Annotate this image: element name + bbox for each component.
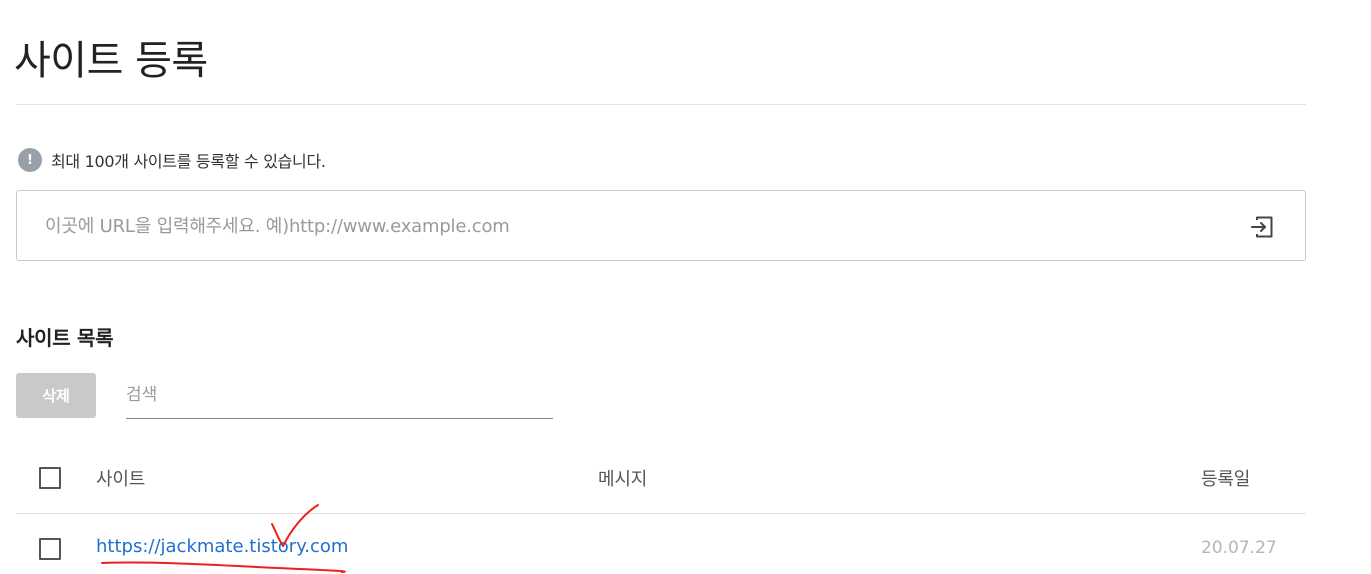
notice: ! 최대 100개 사이트를 등록할 수 있습니다. [18,148,326,172]
search-input[interactable] [126,373,553,417]
site-registration-page: 사이트 등록 ! 최대 100개 사이트를 등록할 수 있습니다. 사이트 목록… [0,0,1371,574]
site-link[interactable]: https://jackmate.tistory.com [96,536,348,557]
column-header-registered: 등록일 [1201,469,1251,490]
title-divider [16,104,1306,105]
enter-arrow-icon[interactable] [1249,214,1275,240]
row-checkbox[interactable] [39,538,61,560]
url-input[interactable] [45,209,1195,243]
exclamation-circle-icon: ! [18,148,42,172]
notice-text: 최대 100개 사이트를 등록할 수 있습니다. [51,152,326,171]
column-header-message: 메시지 [598,469,648,490]
delete-button[interactable]: 삭제 [16,373,96,418]
select-all-checkbox[interactable] [39,467,61,489]
url-input-box [16,190,1306,261]
page-title: 사이트 등록 [14,38,208,84]
table-row: https://jackmate.tistory.com 20.07.27 [16,514,1306,574]
table-header: 사이트 메시지 등록일 [16,440,1306,514]
search-field [126,373,553,419]
column-header-site: 사이트 [96,469,146,490]
site-list-title: 사이트 목록 [16,326,114,350]
registered-date: 20.07.27 [1201,538,1277,558]
